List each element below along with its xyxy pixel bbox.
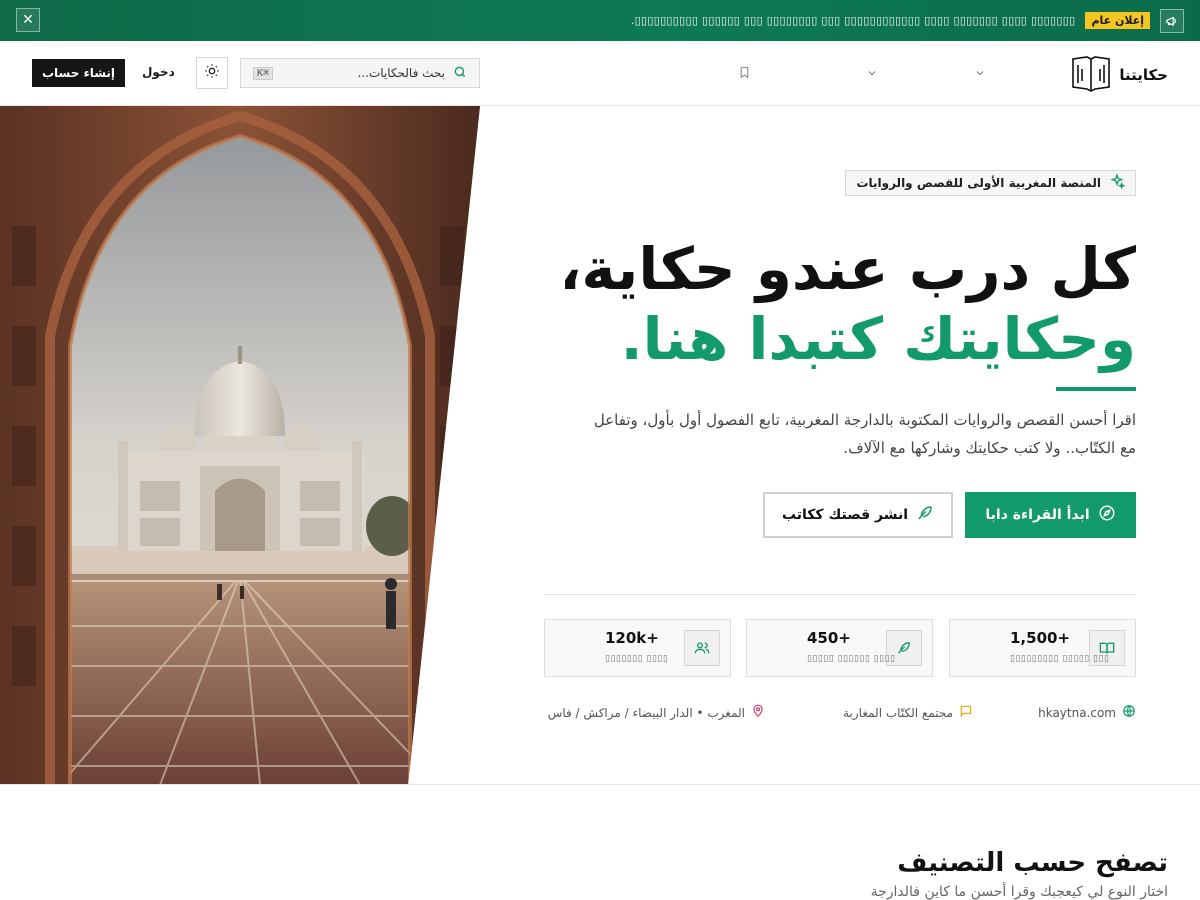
stat-value: 1,500+ [1010, 629, 1071, 647]
hero-title: كل درب عندو حكاية، وحكايتك كتبدا هنا. [559, 234, 1136, 374]
sparkle-icon [1109, 172, 1126, 193]
nav-dropdown-1[interactable] [972, 65, 988, 81]
chat-icon [959, 704, 973, 721]
meta-community: مجتمع الكتّاب المغاربة [843, 704, 973, 721]
website-text: hkaytna.com [1038, 705, 1116, 720]
search-input[interactable] [281, 66, 445, 80]
logo[interactable]: حكايتنا [1069, 53, 1168, 97]
logo-book-icon [1069, 53, 1113, 97]
bookmark-icon [738, 64, 751, 83]
users-icon [684, 630, 720, 666]
sun-icon [204, 63, 220, 83]
community-text: مجتمع الكتّاب المغاربة [843, 705, 953, 720]
location-pin-icon [751, 704, 765, 721]
globe-icon [1122, 704, 1136, 721]
stat-value: 120k+ [605, 629, 659, 647]
chevron-down-icon [866, 64, 878, 83]
stat-writers: 450+ ▯▯▯▯ ▯▯▯▯▯▯ ▯▯▯▯▯ [746, 619, 933, 677]
hero-title-line2: وحكايتك كتبدا هنا. [620, 305, 1136, 373]
chevron-down-icon [974, 64, 986, 83]
publish-story-label: انشر قصتك ككاتب [781, 507, 909, 523]
signup-button[interactable]: إنشاء حساب [32, 59, 125, 87]
announcement-badge: إعلان عام [1085, 12, 1150, 29]
hero-title-line1: كل درب عندو حكاية، [559, 235, 1136, 303]
meta-website[interactable]: hkaytna.com [1038, 704, 1136, 721]
login-link[interactable]: دخول [142, 65, 175, 79]
location-text: المغرب • الدار البيضاء / مراكش / فاس [547, 705, 745, 720]
hero-divider [544, 594, 1136, 595]
announcement-text: ▯▯▯▯▯▯▯ ▯▯▯▯ ▯▯▯▯▯▯▯ ▯▯▯▯ ▯▯▯▯▯▯▯▯▯▯▯▯ ▯… [630, 14, 1076, 27]
close-icon: ✕ [22, 12, 34, 28]
start-reading-button[interactable]: ابدأ القراءة دابا [965, 492, 1136, 538]
bookmarks-link[interactable] [736, 65, 752, 81]
compass-icon [1098, 504, 1116, 526]
stat-label: ▯▯▯▯ ▯▯▯▯▯▯▯ [605, 654, 669, 664]
categories-subtitle: اختار النوع لي كيعجبك وقرا أحسن ما كاين … [870, 884, 1168, 900]
tagline-text: المنصة المغربية الأولى للقصص والروايات [856, 176, 1101, 190]
hero-image [0, 106, 480, 784]
close-announcement-button[interactable]: ✕ [16, 8, 40, 32]
title-underline [1056, 387, 1136, 391]
megaphone-icon [1160, 8, 1184, 33]
stat-label: ▯▯▯▯ ▯▯▯▯▯▯ ▯▯▯▯▯ [807, 654, 896, 664]
stat-readers: 120k+ ▯▯▯▯ ▯▯▯▯▯▯▯ [544, 619, 731, 677]
theme-toggle-button[interactable] [196, 57, 228, 89]
feather-icon [916, 504, 934, 526]
stat-value: 450+ [807, 629, 851, 647]
logo-text: حكايتنا [1119, 66, 1168, 84]
stat-stories: 1,500+ ▯▯▯ ▯▯▯▯▯ ▯▯▯▯▯▯▯▯▯ [949, 619, 1136, 677]
site-header: حكايتنا ⌘K [0, 41, 1200, 106]
start-reading-label: ابدأ القراءة دابا [985, 507, 1090, 523]
nav-dropdown-2[interactable] [864, 65, 880, 81]
search-shortcut: ⌘K [253, 66, 274, 80]
stat-label: ▯▯▯ ▯▯▯▯▯ ▯▯▯▯▯▯▯▯▯ [1010, 654, 1110, 664]
categories-title: تصفح حسب التصنيف [897, 848, 1168, 878]
hero-tagline: المنصة المغربية الأولى للقصص والروايات [845, 170, 1136, 196]
hero-section: المنصة المغربية الأولى للقصص والروايات ك… [0, 106, 1200, 785]
meta-location: المغرب • الدار البيضاء / مراكش / فاس [548, 704, 765, 721]
search-icon [453, 64, 467, 83]
hero-description: اقرا أحسن القصص والروايات المكتوبة بالدا… [593, 411, 1136, 457]
search-bar[interactable]: ⌘K [240, 58, 480, 88]
publish-story-button[interactable]: انشر قصتك ككاتب [763, 492, 953, 538]
announcement-bar: إعلان عام ▯▯▯▯▯▯▯ ▯▯▯▯ ▯▯▯▯▯▯▯ ▯▯▯▯ ▯▯▯▯… [0, 0, 1200, 41]
announcement-content: إعلان عام ▯▯▯▯▯▯▯ ▯▯▯▯ ▯▯▯▯▯▯▯ ▯▯▯▯ ▯▯▯▯… [631, 0, 1184, 41]
